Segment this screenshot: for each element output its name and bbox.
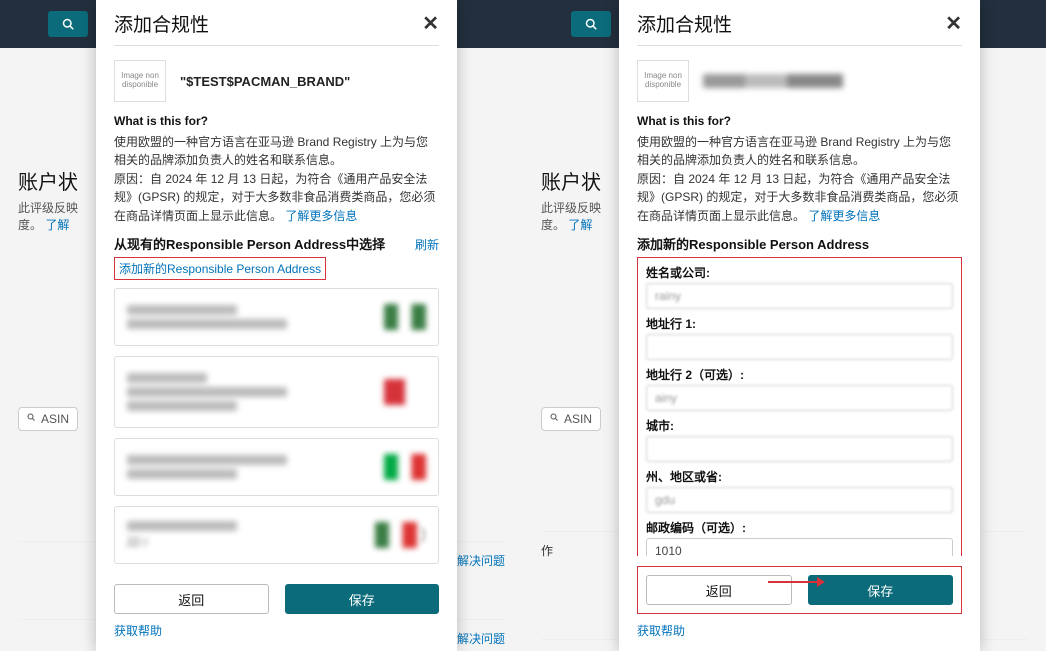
brand-row: Image non disponible: [619, 46, 980, 112]
info-block: What is this for? 使用欧盟的一种官方语言在亚马逊 Brand …: [96, 112, 457, 234]
nav-search-button[interactable]: [48, 11, 88, 37]
address-card[interactable]: [114, 356, 439, 428]
compliance-modal: 添加合规性 ✕ Image non disponible "$TEST$PACM…: [96, 0, 457, 651]
info-text-1: 使用欧盟的一种官方语言在亚马逊 Brand Registry 上为与您相关的品牌…: [114, 133, 439, 170]
brand-thumbnail: Image non disponible: [114, 60, 166, 102]
learn-more-link[interactable]: 了解更多信息: [285, 209, 357, 223]
left-screenshot: 账户状 此评级反映 度。 了解 ASIN 前解决问题 前解决问题: [0, 0, 523, 651]
back-button[interactable]: 返回: [646, 575, 792, 605]
info-text-1: 使用欧盟的一种官方语言在亚马逊 Brand Registry 上为与您相关的品牌…: [637, 133, 962, 170]
learn-more-link[interactable]: 了解更多信息: [808, 209, 880, 223]
address-form: 姓名或公司: 地址行 1: 地址行 2（可选）: 城市: 州、地区或省:: [637, 257, 962, 556]
info-text-2: 原因：自 2024 年 12 月 13 日起，为符合《通用产品安全法规》(GPS…: [637, 170, 962, 226]
address-card[interactable]: [114, 288, 439, 346]
search-icon: [550, 413, 558, 425]
compliance-modal: 添加合规性 ✕ Image non disponible What is thi…: [619, 0, 980, 651]
select-address-heading: 从现有的Responsible Person Address中选择: [114, 234, 385, 253]
city-field[interactable]: [646, 436, 953, 462]
arrow-icon: [768, 581, 823, 583]
addr1-label: 地址行 1:: [646, 315, 953, 332]
help-link[interactable]: 获取帮助: [114, 622, 439, 639]
city-label: 城市:: [646, 417, 953, 434]
brand-thumbnail: Image non disponible: [637, 60, 689, 102]
info-text-2: 原因：自 2024 年 12 月 13 日起，为符合《通用产品安全法规》(GPS…: [114, 170, 439, 226]
modal-title: 添加合规性: [114, 10, 209, 37]
close-icon[interactable]: ✕: [422, 11, 439, 36]
addr1-field[interactable]: [646, 334, 953, 360]
flag-icon: [384, 379, 426, 405]
address-card[interactable]: [114, 438, 439, 496]
help-link[interactable]: 获取帮助: [637, 622, 962, 639]
save-button[interactable]: 保存: [808, 575, 954, 605]
add-new-address-link[interactable]: 添加新的Responsible Person Address: [114, 257, 326, 280]
learn-link[interactable]: 了解: [45, 218, 69, 232]
add-new-heading: 添加新的Responsible Person Address: [637, 234, 962, 253]
search-icon: [27, 413, 35, 425]
address-list: 从现有的Responsible Person Address中选择 刷新 添加新…: [96, 234, 457, 574]
save-button[interactable]: 保存: [285, 584, 440, 614]
name-field[interactable]: [646, 283, 953, 309]
close-icon[interactable]: ✕: [945, 11, 962, 36]
addr2-field[interactable]: [646, 385, 953, 411]
brand-name: "$TEST$PACMAN_BRAND": [180, 74, 350, 89]
info-block: What is this for? 使用欧盟的一种官方语言在亚马逊 Brand …: [619, 112, 980, 234]
flag-icon: [384, 304, 426, 330]
learn-link[interactable]: 了解: [568, 218, 592, 232]
flag-icon: [384, 454, 426, 480]
form-area: 添加新的Responsible Person Address 姓名或公司: 地址…: [619, 234, 980, 556]
search-icon: [62, 18, 74, 30]
flag-icon: [375, 522, 417, 548]
modal-header: 添加合规性 ✕: [96, 0, 457, 45]
what-is-this-heading: What is this for?: [637, 112, 962, 131]
refresh-link[interactable]: 刷新: [415, 236, 439, 253]
modal-header: 添加合规性 ✕: [619, 0, 980, 45]
what-is-this-heading: What is this for?: [114, 112, 439, 131]
addr2-label: 地址行 2（可选）:: [646, 366, 953, 383]
modal-footer: 返回 保存 获取帮助: [96, 574, 457, 651]
footer-highlight: 返回 保存: [637, 566, 962, 614]
zip-label: 邮政编码（可选）:: [646, 519, 953, 536]
modal-footer: 返回 保存 获取帮助: [619, 556, 980, 651]
asin-search[interactable]: ASIN: [18, 407, 78, 431]
right-screenshot: 账户状 此评级反映 度。 了解 ASIN 作 风险 12月13日 前解决问题: [523, 0, 1046, 651]
brand-name: [703, 74, 843, 88]
brand-row: Image non disponible "$TEST$PACMAN_BRAND…: [96, 46, 457, 112]
search-icon: [585, 18, 597, 30]
asin-search[interactable]: ASIN: [541, 407, 601, 431]
name-label: 姓名或公司:: [646, 264, 953, 281]
nav-search-button[interactable]: [571, 11, 611, 37]
back-button[interactable]: 返回: [114, 584, 269, 614]
modal-title: 添加合规性: [637, 10, 732, 37]
state-label: 州、地区或省:: [646, 468, 953, 485]
state-field[interactable]: [646, 487, 953, 513]
zip-field[interactable]: [646, 538, 953, 556]
address-card[interactable]: 22 r ): [114, 506, 439, 564]
